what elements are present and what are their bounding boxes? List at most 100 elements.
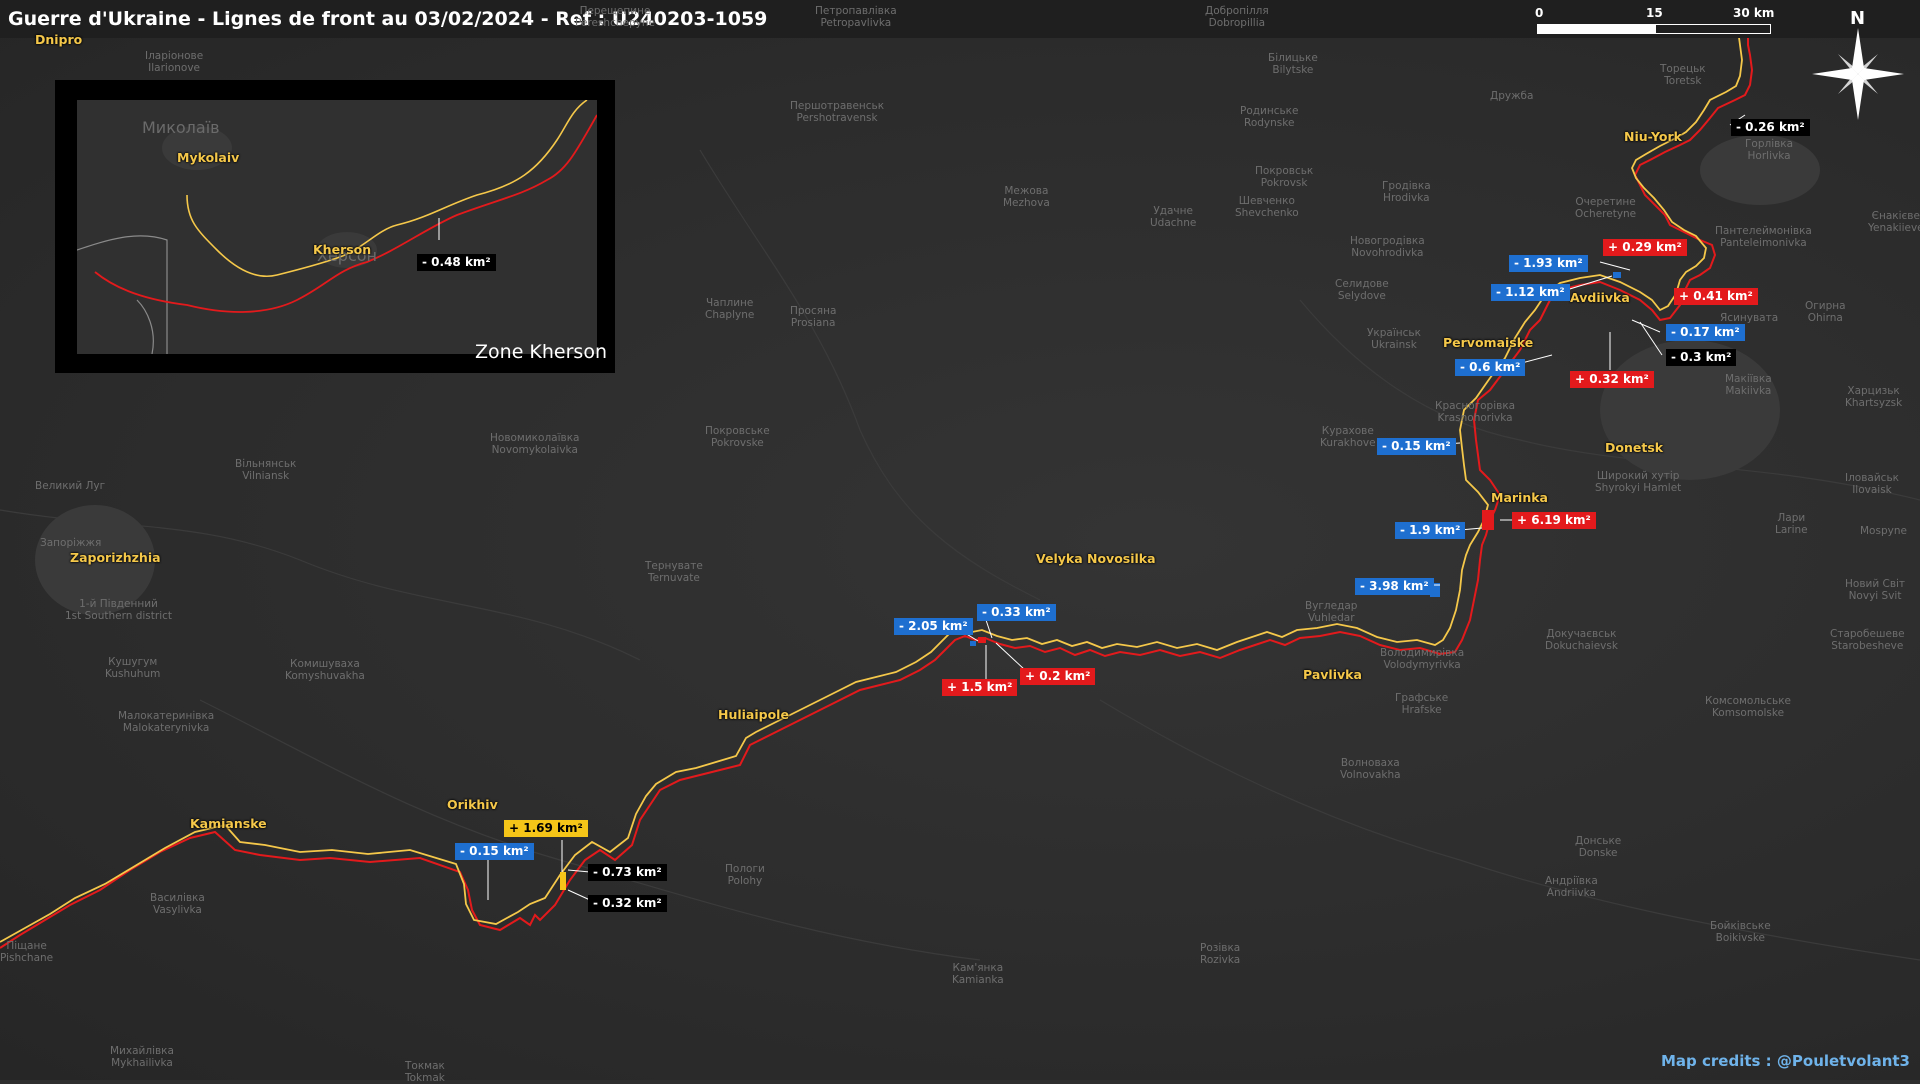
city-kamianske: Kamianske: [190, 816, 267, 831]
place-rozivka: РозівкаRozivka: [1200, 942, 1240, 966]
place-dobropillia: ДобропілляDobropillia: [1205, 5, 1269, 29]
place-vuhledar: ВугледарVuhledar: [1305, 600, 1357, 624]
place-petropavlivka: ПетропавлівкаPetropavlivka: [815, 5, 897, 29]
place-ukrainsk: УкраїнськUkrainsk: [1367, 327, 1421, 351]
place-volodymyrivka: ВолодимирівкаVolodymyrivka: [1380, 647, 1464, 671]
north-arrow: N: [1808, 8, 1908, 120]
place-bilytske: БілицькеBilytske: [1268, 52, 1318, 76]
inset-coastline-2: [137, 300, 153, 354]
place-ternuvate: ТернуватеTernuvate: [645, 560, 703, 584]
place-polohy: ПологиPolohy: [725, 863, 765, 887]
city-velyka-novosilka: Velyka Novosilka: [1036, 551, 1156, 566]
place-ilovaisk: ІловайськIlovaisk: [1845, 472, 1899, 496]
place-yasynuvata: Ясинувата: [1720, 312, 1778, 324]
place-mospyne: Мospyne: [1860, 525, 1907, 537]
place-volnovakha: ВолновахаVolnovakha: [1340, 757, 1401, 781]
city-orikhiv: Orikhiv: [447, 797, 498, 812]
place-komyshuvakha: КомишувахаKomyshuvakha: [285, 658, 365, 682]
place-vilniansk: ВільнянськVilniansk: [235, 458, 296, 482]
change-label: - 3.98 km²: [1355, 578, 1434, 595]
change-label: - 0.17 km²: [1666, 324, 1745, 341]
change-label: - 0.26 km²: [1731, 119, 1810, 136]
place-vasylivka: ВасилівкаVasylivka: [150, 892, 205, 916]
place-mezhova: МежоваMezhova: [1003, 185, 1050, 209]
change-label: + 0.32 km²: [1570, 371, 1654, 388]
inset-change-label: - 0.48 km²: [417, 254, 496, 271]
place-pishchane: ПіщанеPishchane: [0, 940, 53, 964]
place-shyrokyi: Широкий хутірShyrokyi Hamlet: [1595, 470, 1681, 494]
city-zaporizhzhia: Zaporizhzhia: [70, 550, 161, 565]
change-label: - 0.6 km²: [1455, 359, 1525, 376]
change-label: + 0.2 km²: [1020, 668, 1095, 685]
inset-map: Миколаїв Mykolaiv Херсон Kherson - 0.48 …: [77, 100, 597, 354]
change-label: - 0.33 km²: [977, 604, 1056, 621]
place-malokaterynivka: МалокатеринівкаMalokaterynivka: [118, 710, 214, 734]
place-shevchenko: ШевченкоShevchenko: [1235, 195, 1299, 219]
change-label: + 6.19 km²: [1512, 512, 1596, 529]
scale-label-0: 0: [1535, 6, 1543, 20]
place-ilarionove: ІларіоновеIlarionove: [145, 50, 203, 74]
place-chaplyne: ЧаплинеChaplyne: [705, 297, 754, 321]
place-yenakiieve: ЄнакієвеYenakiieve: [1868, 210, 1920, 234]
place-khartsyzsk: ХарцизькKhartsyzsk: [1845, 385, 1902, 409]
place-novohrodivka: НовогродівкаNovohrodivka: [1350, 235, 1425, 259]
place-hrafske: ГрафськеHrafske: [1395, 692, 1448, 716]
inset-kherson: Миколаїв Mykolaiv Херсон Kherson - 0.48 …: [55, 80, 615, 373]
place-makiivka: МакіївкаMakiivka: [1725, 373, 1772, 397]
place-novomykolaivka: НовомиколаївкаNovomykolaivka: [490, 432, 579, 456]
place-tokmak: ТокмакTokmak: [405, 1060, 445, 1084]
place-komsomolske: КомсомольськеKomsomolske: [1705, 695, 1791, 719]
place-selydove: СелидовеSelydove: [1335, 278, 1389, 302]
city-niu-york: Niu-York: [1624, 129, 1682, 144]
scale-label-30: 30 km: [1733, 6, 1774, 20]
place-donske: ДонськеDonske: [1575, 835, 1621, 859]
place-horlivka: ГорлівкаHorlivka: [1745, 138, 1793, 162]
city-avdiivka: Avdiivka: [1570, 290, 1630, 305]
scale-bar: 0 15 30 km: [1535, 6, 1775, 36]
place-rodynske: РодинськеRodynske: [1240, 105, 1298, 129]
change-label: - 1.93 km²: [1509, 255, 1588, 272]
city-pavlivka: Pavlivka: [1303, 667, 1362, 682]
city-marinka: Marinka: [1491, 490, 1548, 505]
place-pokrovske: ПокровськеPokrovske: [705, 425, 770, 449]
inset-yellow-line: [187, 100, 587, 276]
inset-place-mykolaiv-uk: Миколаїв: [142, 122, 220, 134]
change-label: - 0.15 km²: [455, 843, 534, 860]
place-hrodivka: ГродівкаHrodivka: [1382, 180, 1431, 204]
place-andriivka: АндріївкаAndriivka: [1545, 875, 1598, 899]
change-label: - 0.32 km²: [588, 895, 667, 912]
place-toretsk: ТорецькToretsk: [1660, 63, 1706, 87]
change-label: + 1.5 km²: [942, 679, 1017, 696]
scale-segment-2: [1655, 24, 1771, 34]
place-panteleimonivka: ПантелеймонівкаPanteleimonivka: [1715, 225, 1812, 249]
change-label: - 0.15 km²: [1377, 438, 1456, 455]
change-label: - 2.05 km²: [894, 618, 973, 635]
inset-city-mykolaiv: Mykolaiv: [177, 150, 239, 165]
place-mykhailivka: МихайлівкаMykhailivka: [110, 1045, 174, 1069]
place-prosiana: ПросянаProsiana: [790, 305, 836, 329]
city-donetsk: Donetsk: [1605, 440, 1663, 455]
scale-label-15: 15: [1646, 6, 1663, 20]
change-label: + 0.29 km²: [1603, 239, 1687, 256]
change-label: - 0.73 km²: [588, 864, 667, 881]
place-pershotravensk: ПершотравенськPershotravensk: [790, 100, 884, 124]
inset-city-kherson: Kherson: [313, 242, 371, 257]
place-1st-southern: 1-й Південний1st Southern district: [65, 598, 172, 622]
inset-front-lines: [77, 100, 597, 354]
change-label: + 1.69 km²: [504, 820, 588, 837]
place-larine: ЛариLarine: [1775, 512, 1808, 536]
change-label: + 0.41 km²: [1674, 288, 1758, 305]
inset-zone-label: Zone Kherson: [475, 341, 607, 363]
place-velykyi-luh: Великий Луг: [35, 480, 105, 492]
place-udachne: УдачнеUdachne: [1150, 205, 1196, 229]
place-dokuchaievsk: ДокучаєвськDokuchaievsk: [1545, 628, 1618, 652]
place-druzhba: Дружба: [1490, 90, 1533, 102]
place-krasnohorivka: КрасногорівкаKrasnohorivka: [1435, 400, 1515, 424]
place-boikivske: БойківськеBoikivske: [1710, 920, 1771, 944]
place-starobesheve: СтаробешевеStarobesheve: [1830, 628, 1905, 652]
place-pokrovsk: ПокровськPokrovsk: [1255, 165, 1313, 189]
change-label: - 0.3 km²: [1666, 349, 1736, 366]
city-dnipro: Dnipro: [35, 32, 82, 47]
place-novyi-svit: Новий СвітNovyi Svit: [1845, 578, 1905, 602]
place-ocheretyne: ОчеретинеOcheretyne: [1575, 196, 1636, 220]
